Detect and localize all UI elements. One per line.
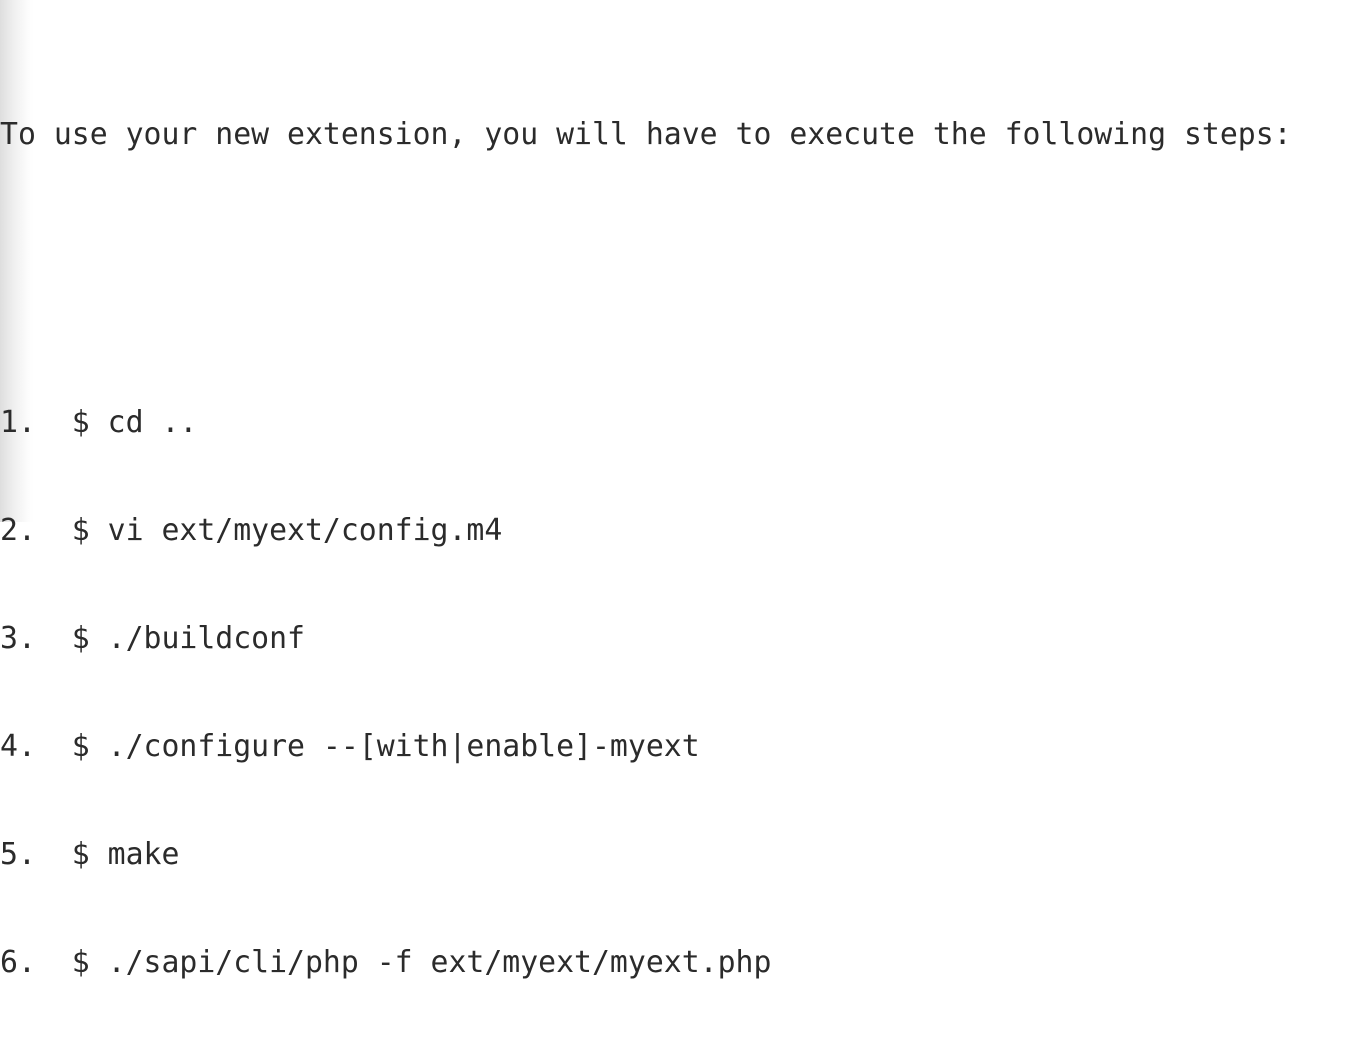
step-line-6: 6. $ ./sapi/cli/php -f ext/myext/myext.p… xyxy=(0,945,772,980)
step-line-2: 2. $ vi ext/myext/config.m4 xyxy=(0,513,503,548)
step-line-1: 1. $ cd .. xyxy=(0,405,198,440)
step-line-4: 4. $ ./configure --[with|enable]-myext xyxy=(0,729,700,764)
document-page: To use your new extension, you will have… xyxy=(0,0,1364,980)
step-line-5: 5. $ make xyxy=(0,837,180,872)
intro-line: To use your new extension, you will have… xyxy=(0,117,1292,152)
step-line-3: 3. $ ./buildconf xyxy=(0,621,305,656)
blank-line-1 xyxy=(0,261,1364,297)
document-text-body: To use your new extension, you will have… xyxy=(0,0,1364,1044)
